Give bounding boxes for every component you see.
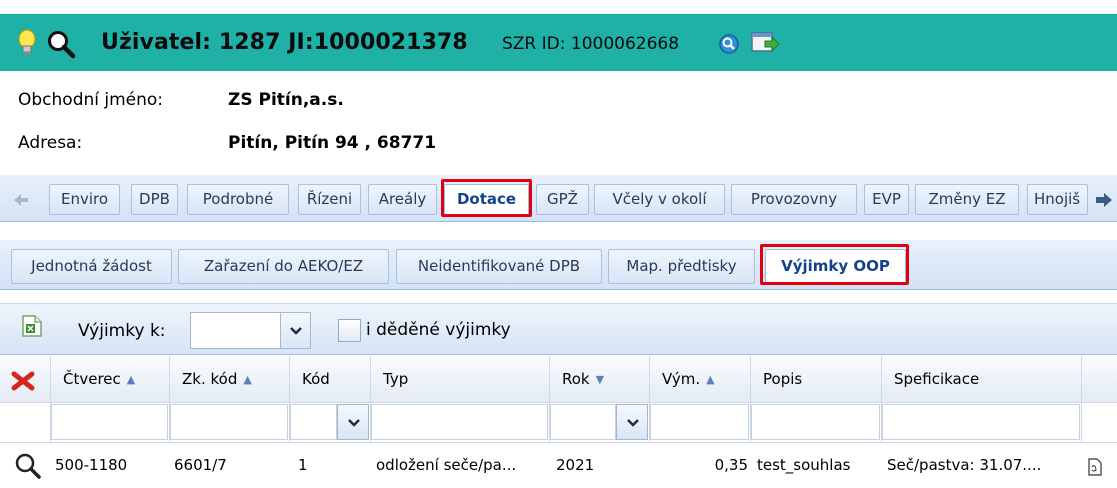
column-header-popis[interactable]: Popis [751, 356, 882, 403]
subtab-jednotna-zadost[interactable]: Jednotná žádost [11, 249, 172, 284]
tab-enviro[interactable]: Enviro [49, 184, 120, 215]
tab-evp[interactable]: EVP [864, 184, 909, 215]
filter-cell-ctverec [51, 403, 170, 443]
arrow-right-icon[interactable] [1094, 192, 1114, 208]
filter-cell-vym [650, 403, 751, 443]
filter-cell-popis [751, 403, 882, 443]
sort-asc-icon: ▲ [126, 373, 136, 386]
column-header-kod[interactable]: Kód [290, 356, 371, 403]
exceptions-label: Výjimky k: [78, 321, 166, 341]
sub-tab-strip: Jednotná žádost Zařazení do AEKO/EZ Neid… [0, 240, 1117, 290]
export-icon[interactable] [751, 31, 781, 55]
column-header-ctverec[interactable]: Čtverec ▲ [51, 356, 170, 403]
sort-asc-icon: ▲ [243, 373, 252, 386]
filter-rok-dropdown[interactable] [616, 404, 648, 440]
column-header-zk-kod[interactable]: Zk. kód ▲ [170, 356, 290, 403]
tab-dotace[interactable]: Dotace [444, 184, 529, 215]
cell-specifikace: Seč/pastva: 31.07.... [887, 456, 1042, 474]
subtab-neidentifikovane-dpb[interactable]: Neidentifikované DPB [396, 249, 602, 284]
grid-header: Čtverec ▲ Zk. kód ▲ Kód Typ Rok ▼ Vým. ▲ Pop… [0, 356, 1117, 403]
filter-zk-kod-input[interactable] [170, 404, 288, 440]
tab-hnojiste[interactable]: Hnojiš [1027, 184, 1088, 215]
cell-rok: 2021 [556, 456, 595, 474]
szr-label: SZR ID: [502, 34, 566, 54]
address-label: Adresa: [18, 133, 83, 153]
exceptions-combo[interactable] [190, 312, 311, 349]
user-label: Uživatel: [101, 30, 212, 55]
arrow-left-icon[interactable] [12, 192, 30, 208]
refresh-icon[interactable] [717, 32, 741, 56]
tab-dpb[interactable]: DPB [131, 184, 178, 215]
chevron-down-icon [290, 327, 302, 335]
cell-ctverec: 500-1180 [55, 456, 128, 474]
delete-column-header[interactable] [0, 356, 51, 403]
filter-cell-specifikace [882, 403, 1082, 443]
header-title: Uživatel: 1287 JI:1000021378 [101, 30, 468, 55]
tab-provozovny[interactable]: Provozovny [731, 184, 857, 215]
subtab-map-predtisky[interactable]: Map. předtisky [608, 249, 755, 284]
exceptions-dropdown-trigger[interactable] [280, 313, 310, 348]
excel-export-icon[interactable] [22, 315, 42, 337]
lightbulb-icon[interactable] [16, 29, 38, 57]
tab-podrobne[interactable]: Podrobné [187, 184, 289, 215]
filter-specifikace-input[interactable] [882, 404, 1080, 440]
tab-arealy[interactable]: Areály [368, 184, 437, 215]
delete-icon[interactable] [11, 370, 35, 392]
user-id: 1287 [218, 30, 281, 55]
filter-typ-input[interactable] [371, 404, 548, 440]
filter-cell-zk-kod [170, 403, 290, 443]
subtab-zarazeni-aeko[interactable]: Zařazení do AEKO/EZ [178, 249, 389, 284]
filter-popis-input[interactable] [751, 404, 880, 440]
filter-kod-dropdown[interactable] [337, 404, 369, 440]
column-header-typ[interactable]: Typ [371, 356, 550, 403]
filter-cell-typ [371, 403, 550, 443]
main-tab-strip: Enviro DPB Podrobné Řízeni Areály Dotace… [0, 175, 1117, 222]
cell-popis: test_souhlas [757, 456, 851, 474]
document-icon[interactable] [1088, 458, 1102, 476]
business-name-value: ZS Pitín,a.s. [228, 90, 344, 110]
search-icon[interactable] [46, 29, 76, 59]
chevron-down-icon [348, 419, 360, 427]
sort-desc-icon: ▼ [595, 373, 605, 386]
cell-kod: 1 [298, 456, 308, 474]
filter-row [0, 403, 1117, 443]
inherited-exceptions-label: i děděné výjimky [366, 320, 511, 340]
filter-ctverec-input[interactable] [51, 404, 168, 440]
column-header-rok[interactable]: Rok ▼ [550, 356, 650, 403]
tab-rizeni[interactable]: Řízeni [298, 184, 361, 215]
table-row[interactable]: 500-1180 6601/7 1 odložení seče/pa... 20… [0, 443, 1117, 488]
cell-zk-kod: 6601/7 [174, 456, 227, 474]
subtab-vyjimky-oop[interactable]: Výjimky OOP [765, 249, 906, 284]
tab-zmeny-ez[interactable]: Změny EZ [915, 184, 1019, 215]
filter-cell-rok [550, 403, 650, 443]
row-detail-search-icon[interactable] [14, 452, 42, 480]
szr-value: 1000062668 [570, 34, 680, 54]
filter-rok-input[interactable] [550, 404, 616, 440]
address-value: Pitín, Pitín 94 , 68771 [228, 133, 437, 153]
filter-cell-kod [290, 403, 371, 443]
filter-cell-empty [0, 403, 51, 443]
ji-value: 1000021378 [313, 30, 468, 55]
tab-vcely-v-okoli[interactable]: Včely v okolí [594, 184, 725, 215]
filter-vym-input[interactable] [650, 404, 749, 440]
filter-kod-input[interactable] [290, 404, 337, 440]
inherited-exceptions-checkbox[interactable] [338, 319, 361, 342]
szr-id: SZR ID: 1000062668 [502, 34, 679, 54]
column-header-specifikace[interactable]: Speficikace [882, 356, 1082, 403]
column-header-vym[interactable]: Vým. ▲ [650, 356, 751, 403]
ji-label: JI: [288, 30, 314, 55]
business-name-label: Obchodní jméno: [18, 90, 164, 110]
chevron-down-icon [627, 419, 639, 427]
cell-vym: 0,35 [714, 456, 748, 474]
tab-gpz[interactable]: GPŽ [536, 184, 589, 215]
sort-asc-icon: ▲ [706, 373, 715, 386]
toolbar: Výjimky k: i děděné výjimky [0, 303, 1117, 355]
cell-typ: odložení seče/pa... [376, 456, 517, 474]
header-bar: Uživatel: 1287 JI:1000021378 SZR ID: 100… [0, 14, 1117, 71]
